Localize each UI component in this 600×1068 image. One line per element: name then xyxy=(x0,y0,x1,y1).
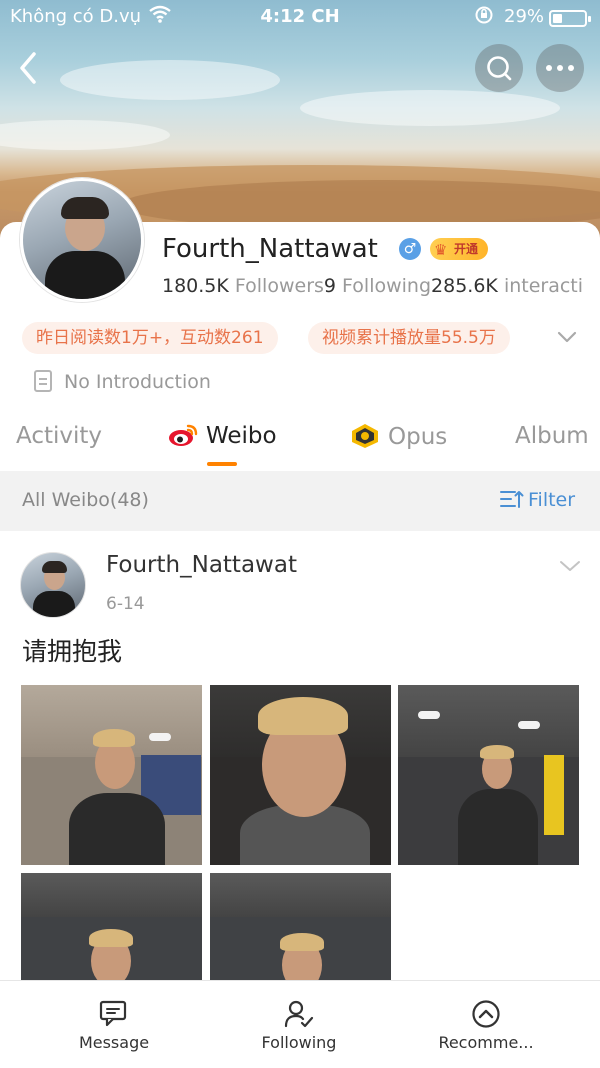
filter-label: Filter xyxy=(528,489,576,511)
video-plays-badge[interactable]: 视频累计播放量55.5万 xyxy=(308,322,510,354)
post-photo[interactable] xyxy=(21,873,202,983)
expand-badges-button[interactable] xyxy=(556,326,578,348)
back-button[interactable] xyxy=(14,48,50,88)
profile-avatar[interactable] xyxy=(20,178,144,302)
weibo-logo-icon xyxy=(169,424,198,446)
tab-opus[interactable]: Opus xyxy=(350,423,447,450)
tab-album[interactable]: Album xyxy=(515,423,589,449)
following-label: Following xyxy=(261,1033,337,1052)
interactions-label: interacti xyxy=(503,275,584,297)
followers-stat[interactable]: 180.5K Followers xyxy=(162,275,324,297)
vip-badge[interactable]: ♛ 开通 xyxy=(430,238,488,260)
battery-percentage: 29% xyxy=(504,6,545,27)
tab-activity-label: Activity xyxy=(16,423,103,449)
interactions-stat[interactable]: 285.6K interacti xyxy=(431,275,583,297)
profile-introduction[interactable]: No Introduction xyxy=(34,370,211,393)
more-dots-icon xyxy=(546,65,574,71)
post-photo[interactable] xyxy=(21,685,202,865)
post-options-button[interactable] xyxy=(558,556,582,576)
following-label: Following xyxy=(342,275,432,297)
following-stat[interactable]: 9 Following xyxy=(324,275,431,297)
profile-stats: 180.5K Followers9 Following285.6K intera… xyxy=(162,275,583,297)
interactions-count: 285.6K xyxy=(431,275,498,297)
post-date: 6-14 xyxy=(106,594,145,614)
profile-name: Fourth_Nattawat xyxy=(162,234,378,264)
tab-album-label: Album xyxy=(515,423,589,449)
battery-icon xyxy=(549,10,591,27)
filter-button[interactable]: Filter xyxy=(500,489,575,511)
tab-activity[interactable]: Activity xyxy=(16,423,102,449)
document-icon xyxy=(34,370,52,392)
bottom-action-bar: Message Following Recomme... xyxy=(0,980,600,1067)
followers-label: Followers xyxy=(234,275,324,297)
filter-bar: All Weibo(48) Filter xyxy=(0,471,600,531)
rotation-lock-icon xyxy=(474,5,494,30)
active-tab-indicator xyxy=(207,462,237,466)
chevron-down-icon xyxy=(557,331,577,343)
following-button[interactable]: Following xyxy=(199,981,399,1068)
vip-label: 开通 xyxy=(454,242,479,256)
filter-icon xyxy=(500,491,524,508)
following-count: 9 xyxy=(323,275,336,297)
post-photo[interactable] xyxy=(398,685,579,865)
opus-badge-icon xyxy=(352,424,378,448)
recommend-icon xyxy=(472,1000,500,1028)
post-author-name[interactable]: Fourth_Nattawat xyxy=(106,552,297,578)
chevron-down-icon xyxy=(560,561,580,571)
recommend-button[interactable]: Recomme... xyxy=(386,981,586,1068)
intro-text: No Introduction xyxy=(64,371,211,393)
tab-weibo-label: Weibo xyxy=(206,423,277,449)
chevron-left-icon xyxy=(20,52,36,84)
male-gender-icon: ♂ xyxy=(399,238,421,260)
search-button[interactable] xyxy=(475,44,523,92)
status-bar: Không có D.vụ 4:12 CH 29% xyxy=(0,0,600,34)
followers-count: 180.5K xyxy=(162,275,229,297)
more-options-button[interactable] xyxy=(536,44,584,92)
all-weibo-count[interactable]: All Weibo(48) xyxy=(22,489,149,511)
tab-weibo[interactable]: Weibo xyxy=(168,423,277,449)
crown-icon: ♛ xyxy=(434,241,448,259)
post-author-avatar[interactable] xyxy=(20,552,86,618)
message-icon xyxy=(99,1000,127,1027)
recommend-label: Recomme... xyxy=(438,1033,534,1052)
message-label: Message xyxy=(78,1033,150,1052)
tab-opus-label: Opus xyxy=(388,424,448,450)
post-photo[interactable] xyxy=(210,685,391,865)
post-photo[interactable] xyxy=(210,873,391,983)
reading-stats-badge[interactable]: 昨日阅读数1万+，互动数261 xyxy=(22,322,278,354)
post-text: 请拥抱我 xyxy=(22,637,123,666)
message-button[interactable]: Message xyxy=(14,981,214,1068)
search-icon xyxy=(487,56,512,81)
follow-user-icon xyxy=(284,1000,314,1028)
